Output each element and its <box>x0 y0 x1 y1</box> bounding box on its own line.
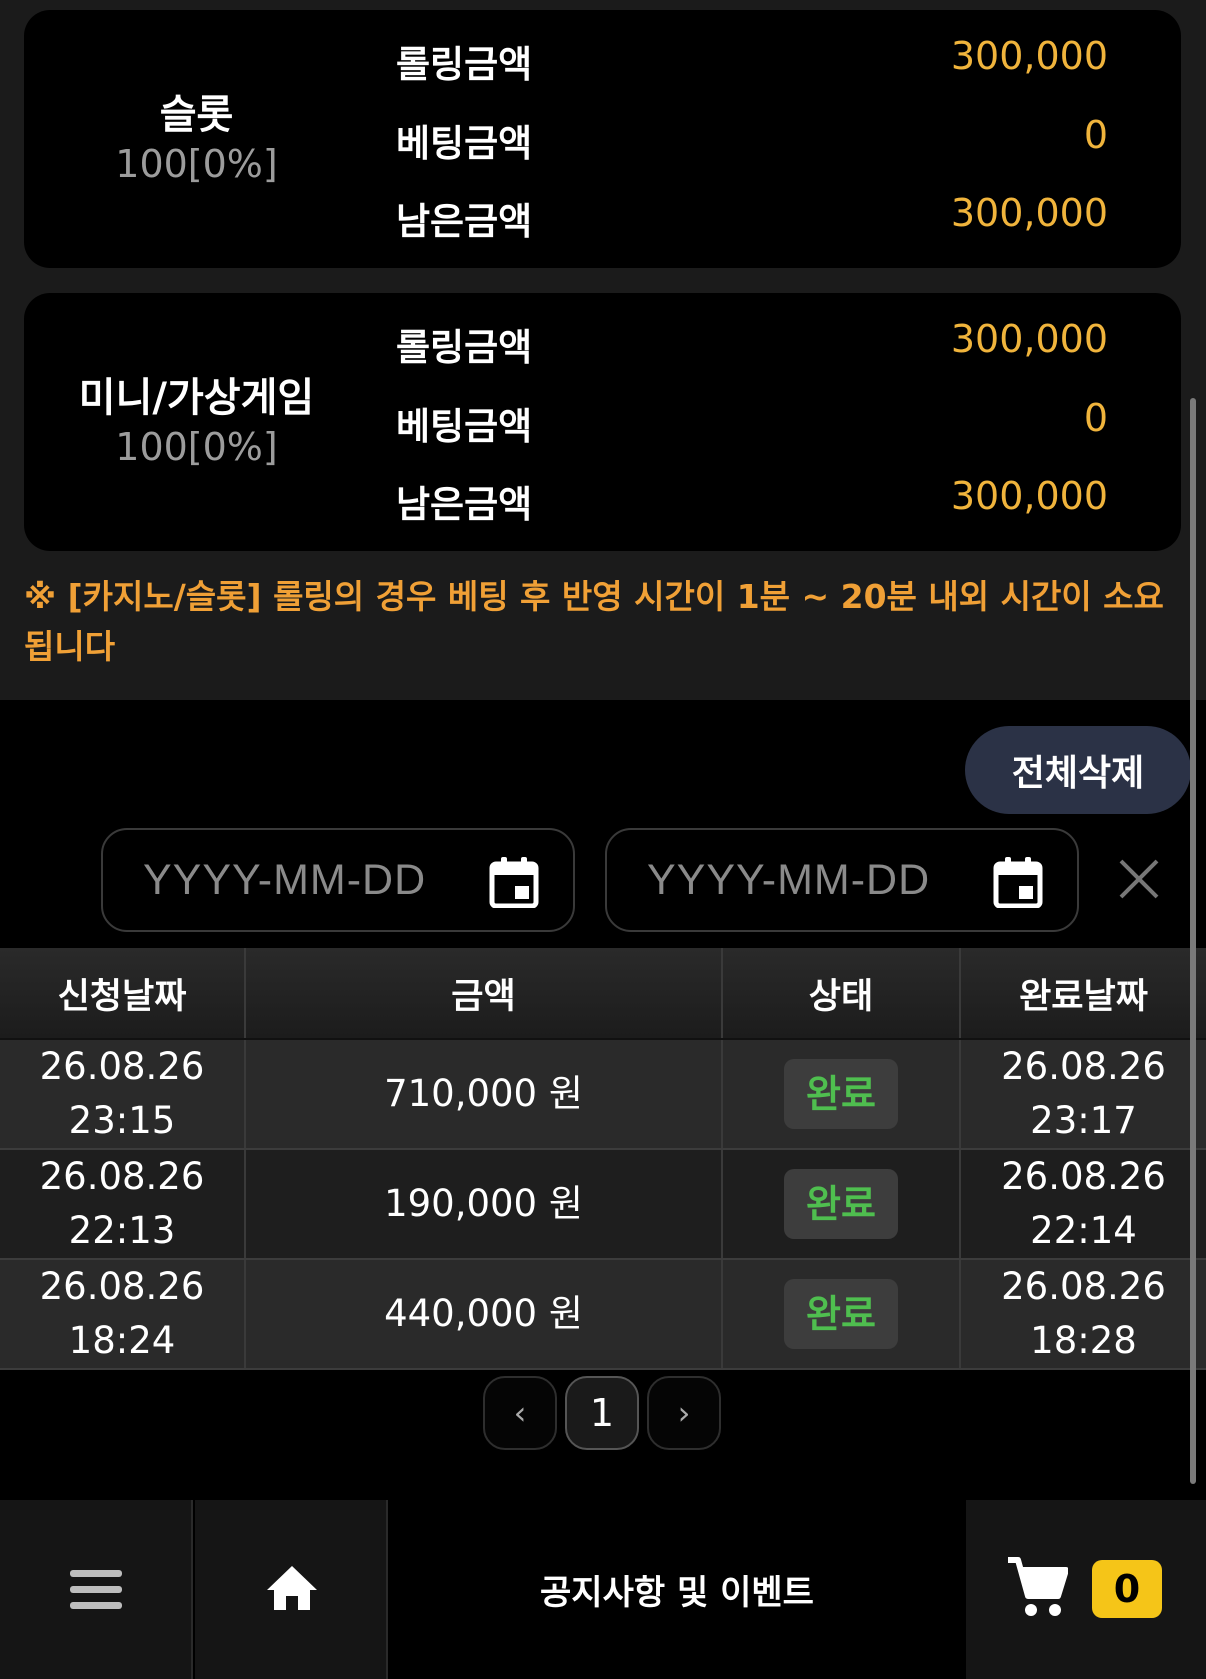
request-date-cell: 26.08.26 23:15 <box>0 1040 246 1148</box>
request-date: 26.08.26 <box>39 1155 205 1198</box>
betting-amount-label: 베팅금액 <box>396 405 533 448</box>
calendar-icon[interactable] <box>993 856 1043 908</box>
request-time: 23:15 <box>68 1099 176 1142</box>
request-time: 18:24 <box>68 1319 176 1362</box>
table-row: 26.08.26 22:13 190,000 원 완료 26.08.26 22:14 <box>0 1150 1206 1260</box>
done-time: 23:17 <box>1030 1099 1137 1142</box>
done-date: 26.08.26 <box>1001 1155 1166 1198</box>
rolling-amount-value: 300,000 <box>950 34 1108 78</box>
request-date: 26.08.26 <box>39 1045 205 1088</box>
rolling-section: 슬롯 100[0%] 롤링금액 300,000 베팅금액 0 남은금액 300,… <box>0 0 1206 700</box>
pagination: ‹ 1 › <box>483 1376 721 1450</box>
scrollbar[interactable] <box>1190 398 1196 1484</box>
table-row: 26.08.26 23:15 710,000 원 완료 26.08.26 23:17 <box>0 1040 1206 1150</box>
remaining-amount-label: 남은금액 <box>396 200 533 243</box>
status-badge: 완료 <box>784 1279 898 1349</box>
history-table: 신청날짜 금액 상태 완료날짜 26.08.26 23:15 710,000 원 … <box>0 948 1206 1370</box>
done-time: 18:28 <box>1030 1319 1137 1362</box>
request-date-cell: 26.08.26 22:13 <box>0 1150 246 1258</box>
done-date-cell: 26.08.26 18:28 <box>961 1260 1206 1368</box>
done-date: 26.08.26 <box>1001 1045 1166 1088</box>
done-date: 26.08.26 <box>1001 1265 1166 1308</box>
status-badge: 완료 <box>784 1059 898 1129</box>
betting-amount-value: 0 <box>1083 396 1108 440</box>
rolling-notice: ※ [카지노/슬롯] 롤링의 경우 베팅 후 반영 시간이 1분 ~ 20분 내… <box>24 577 1164 666</box>
done-date-cell: 26.08.26 22:14 <box>961 1150 1206 1258</box>
start-date-field[interactable]: YYYY-MM-DD <box>101 828 575 932</box>
header-status: 상태 <box>723 948 961 1038</box>
rolling-amount-label: 롤링금액 <box>396 43 533 86</box>
header-request-date: 신청날짜 <box>0 948 246 1038</box>
next-page-button[interactable]: › <box>647 1376 721 1450</box>
page-number-button[interactable]: 1 <box>565 1376 639 1450</box>
request-date-cell: 26.08.26 18:24 <box>0 1260 246 1368</box>
start-date-placeholder: YYYY-MM-DD <box>143 856 427 904</box>
clear-date-icon[interactable] <box>1116 856 1162 902</box>
status-cell: 완료 <box>723 1260 961 1368</box>
betting-amount-value: 0 <box>1083 113 1108 157</box>
card-title: 슬롯 <box>159 92 234 138</box>
rolling-amount-label: 롤링금액 <box>396 326 533 369</box>
header-amount: 금액 <box>246 948 723 1038</box>
remaining-amount-label: 남은금액 <box>396 483 533 526</box>
calendar-icon[interactable] <box>489 856 539 908</box>
notice-event-link[interactable]: 공지사항 및 이벤트 <box>388 1500 966 1679</box>
header-done-date: 완료날짜 <box>1019 976 1148 1017</box>
delete-all-button[interactable]: 전체삭제 <box>965 726 1191 814</box>
amount-cell: 190,000 원 <box>246 1150 723 1258</box>
table-header: 신청날짜 금액 상태 완료날짜 <box>0 948 1206 1040</box>
rolling-card-slot: 슬롯 100[0%] 롤링금액 300,000 베팅금액 0 남은금액 300,… <box>24 10 1181 268</box>
bottom-nav: 공지사항 및 이벤트 <box>0 1500 1206 1679</box>
status-badge: 완료 <box>784 1169 898 1239</box>
rolling-card-mini: 미니/가상게임 100[0%] 롤링금액 300,000 베팅금액 0 남은금액… <box>24 293 1181 551</box>
end-date-field[interactable]: YYYY-MM-DD <box>605 828 1079 932</box>
done-date-cell: 26.08.26 23:17 <box>961 1040 1206 1148</box>
hamburger-icon <box>70 1570 122 1609</box>
status-cell: 완료 <box>723 1150 961 1258</box>
cart-button[interactable] <box>966 1500 1206 1679</box>
request-date: 26.08.26 <box>39 1265 205 1308</box>
done-time: 22:14 <box>1030 1209 1137 1252</box>
home-icon <box>267 1566 317 1610</box>
request-time: 22:13 <box>68 1209 176 1252</box>
status-cell: 완료 <box>723 1040 961 1148</box>
amount-cell: 440,000 원 <box>246 1260 723 1368</box>
prev-page-button[interactable]: ‹ <box>483 1376 557 1450</box>
card-title: 미니/가상게임 <box>78 375 315 421</box>
betting-amount-label: 베팅금액 <box>396 122 533 165</box>
card-rate: 100[0%] <box>115 142 278 186</box>
remaining-amount-value: 300,000 <box>950 191 1108 235</box>
cart-icon <box>1008 1557 1068 1616</box>
menu-button[interactable] <box>0 1500 193 1679</box>
end-date-placeholder: YYYY-MM-DD <box>647 856 931 904</box>
card-rate: 100[0%] <box>115 425 278 469</box>
home-button[interactable] <box>195 1500 388 1679</box>
table-row: 26.08.26 18:24 440,000 원 완료 26.08.26 18:28 <box>0 1260 1206 1370</box>
rolling-amount-value: 300,000 <box>950 317 1108 361</box>
amount-cell: 710,000 원 <box>246 1040 723 1148</box>
cart-count-badge: 0 <box>1092 1560 1162 1618</box>
remaining-amount-value: 300,000 <box>950 474 1108 518</box>
